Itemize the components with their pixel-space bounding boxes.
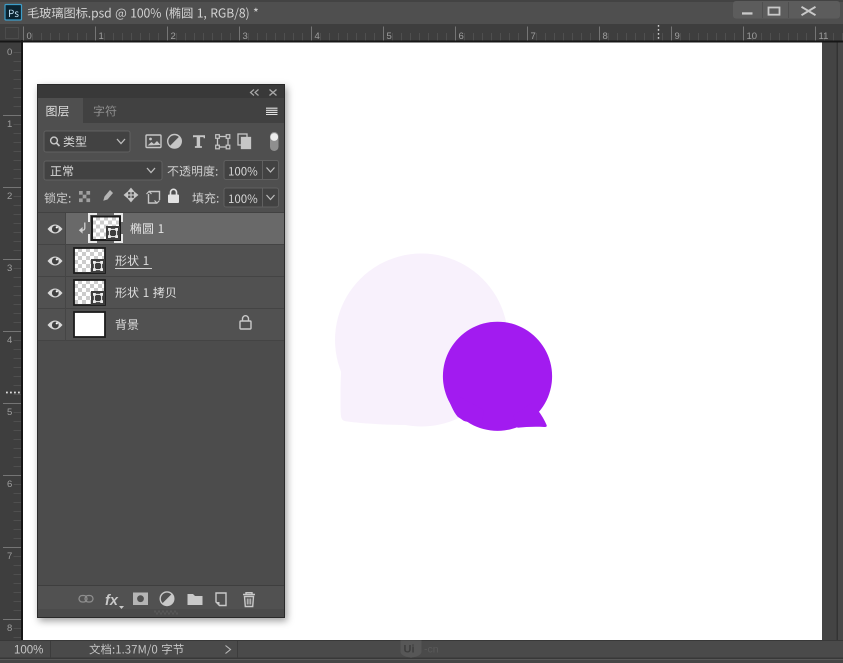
svg-text:7: 7 xyxy=(531,31,536,42)
svg-text:6: 6 xyxy=(459,31,464,42)
svg-text:2: 2 xyxy=(7,191,12,202)
svg-text:2: 2 xyxy=(171,31,176,42)
svg-text:9: 9 xyxy=(675,31,680,42)
svg-text:Ui: Ui xyxy=(404,644,415,656)
svg-text:4: 4 xyxy=(315,31,320,42)
svg-text:3: 3 xyxy=(243,31,248,42)
svg-text:3: 3 xyxy=(7,263,12,274)
svg-text:-cn: -cn xyxy=(424,644,439,656)
svg-text:fx: fx xyxy=(105,593,119,609)
svg-text:8: 8 xyxy=(603,31,608,42)
svg-text:8: 8 xyxy=(7,623,12,634)
svg-text:0: 0 xyxy=(7,47,12,58)
svg-text:0: 0 xyxy=(27,31,32,42)
svg-text:100%: 100% xyxy=(14,645,43,657)
svg-text:6: 6 xyxy=(7,479,12,490)
svg-text:5: 5 xyxy=(7,407,12,418)
svg-text:5: 5 xyxy=(387,31,392,42)
svg-text:1: 1 xyxy=(7,119,12,130)
svg-text:10: 10 xyxy=(747,31,758,42)
svg-text:4: 4 xyxy=(7,335,12,346)
svg-text:7: 7 xyxy=(7,551,12,562)
svg-text:11: 11 xyxy=(819,31,829,42)
svg-text:1: 1 xyxy=(99,31,104,42)
